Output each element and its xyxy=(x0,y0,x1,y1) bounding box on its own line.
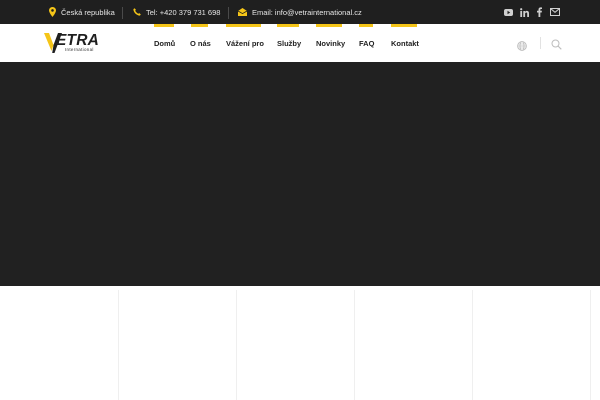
search-icon[interactable] xyxy=(551,37,562,55)
nav-label: Služby xyxy=(277,39,302,48)
main-header: ETRA International Domů O nás Vážení pro… xyxy=(0,24,600,62)
location-text: Česká republika xyxy=(61,7,115,17)
nav-item-o-nas[interactable]: O nás xyxy=(190,24,211,62)
nav-accent xyxy=(226,24,261,27)
nav-accent xyxy=(359,24,373,27)
column-divider xyxy=(118,290,119,400)
nav-item-domu[interactable]: Domů xyxy=(154,24,175,62)
nav-label: Kontakt xyxy=(391,39,419,48)
nav-item-faq[interactable]: FAQ xyxy=(359,24,375,62)
nav-accent xyxy=(191,24,208,27)
linkedin-icon[interactable] xyxy=(520,0,529,24)
email-icon[interactable] xyxy=(550,0,560,24)
nav-item-kontakt[interactable]: Kontakt xyxy=(391,24,419,62)
column-divider xyxy=(354,290,355,400)
column-divider xyxy=(472,290,473,400)
nav-item-novinky[interactable]: Novinky xyxy=(316,24,346,62)
divider xyxy=(228,7,229,19)
location-info: Česká republika xyxy=(49,0,115,24)
phone-icon xyxy=(133,8,141,16)
nav-item-vazeni-pro[interactable]: Vážení pro xyxy=(226,24,264,62)
envelope-open-icon xyxy=(238,8,247,16)
column-divider xyxy=(236,290,237,400)
nav-accent xyxy=(154,24,174,27)
content-columns xyxy=(0,286,600,400)
nav-accent xyxy=(277,24,299,27)
email-info[interactable]: Email: info@vetrainternational.cz xyxy=(238,0,362,24)
brand-tagline: International xyxy=(65,47,94,52)
map-pin-icon xyxy=(49,7,56,17)
top-bar: Česká republika Tel: +420 379 731 698 Em… xyxy=(0,0,600,24)
email-text: Email: info@vetrainternational.cz xyxy=(252,7,362,17)
column-divider xyxy=(590,290,591,400)
nav-label: Domů xyxy=(154,39,176,48)
nav-label: Vážení pro xyxy=(226,39,264,48)
hero-banner xyxy=(0,62,600,286)
divider xyxy=(540,37,541,49)
youtube-icon[interactable] xyxy=(504,0,513,24)
language-globe-icon[interactable] xyxy=(517,38,527,56)
nav-label: O nás xyxy=(190,39,211,48)
phone-info[interactable]: Tel: +420 379 731 698 xyxy=(133,0,220,24)
divider xyxy=(122,7,123,19)
facebook-icon[interactable] xyxy=(537,0,542,24)
nav-item-sluzby[interactable]: Služby xyxy=(277,24,301,62)
phone-text: Tel: +420 379 731 698 xyxy=(146,7,221,17)
nav-accent xyxy=(316,24,342,27)
nav-label: Novinky xyxy=(316,39,346,48)
nav-label: FAQ xyxy=(359,39,375,48)
brand-logo[interactable]: ETRA International xyxy=(44,32,116,56)
nav-accent xyxy=(391,24,417,27)
